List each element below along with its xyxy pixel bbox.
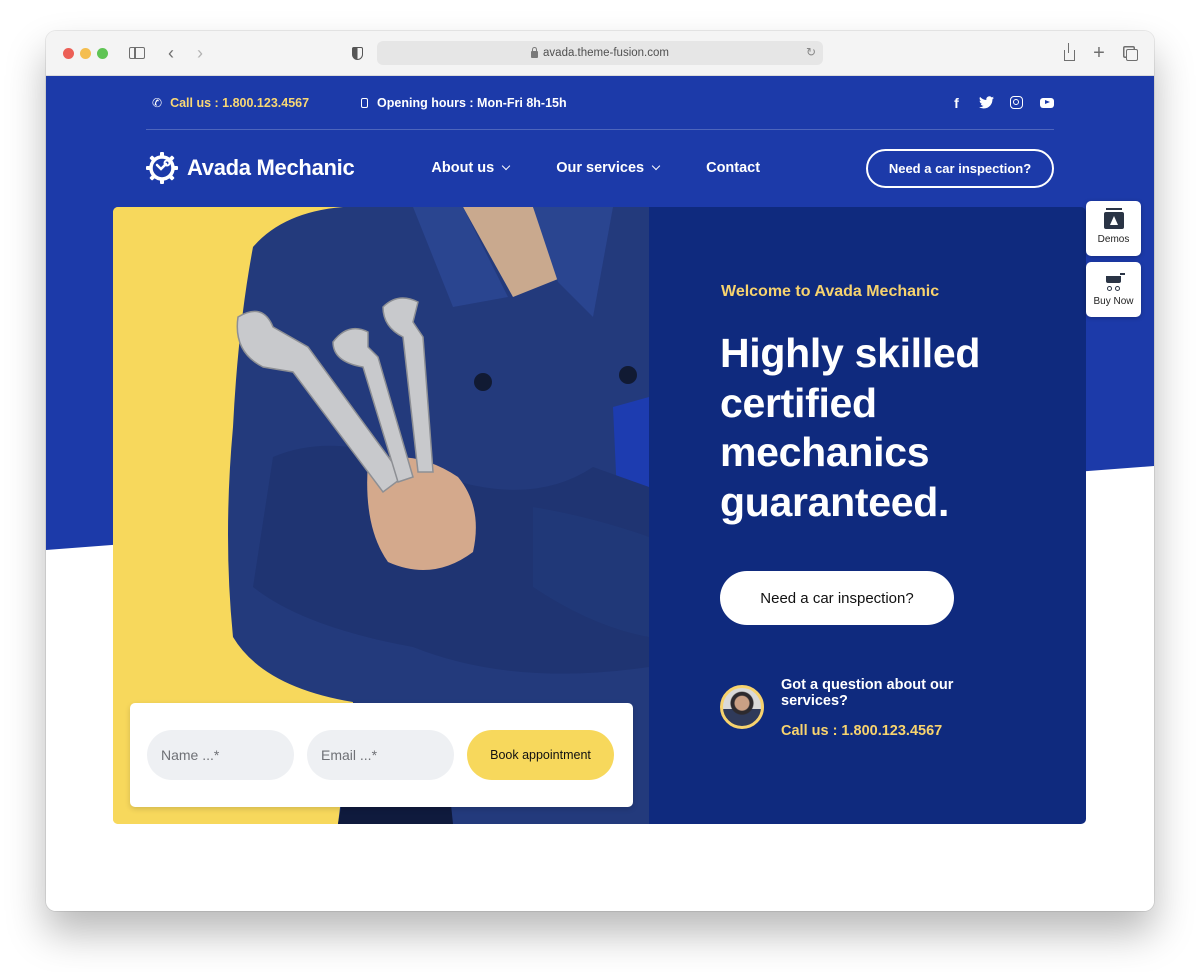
forward-arrow-icon[interactable]: › — [193, 42, 207, 64]
nav-item-our-services[interactable]: Our services — [556, 160, 661, 176]
instagram-icon[interactable] — [1009, 95, 1024, 110]
address-bar[interactable]: avada.theme-fusion.com ↻ — [377, 41, 823, 65]
nav-item-contact[interactable]: Contact — [706, 160, 760, 176]
youtube-icon[interactable] — [1039, 95, 1054, 110]
privacy-shield-icon[interactable] — [350, 42, 364, 64]
facebook-icon[interactable]: f — [949, 95, 964, 111]
nav-menu: About us Our services Contact — [431, 160, 807, 176]
phone-icon: ✆ — [152, 95, 163, 110]
cart-icon — [1103, 272, 1125, 291]
minimize-window-button[interactable] — [80, 48, 91, 59]
book-appointment-button[interactable]: Book appointment — [467, 730, 614, 780]
logo-text: Avada Mechanic — [187, 155, 355, 180]
email-input[interactable] — [307, 730, 454, 780]
sidebar-toggle-icon[interactable] — [128, 42, 146, 64]
topbar-phone-text: Call us : 1.800.123.4567 — [170, 95, 310, 110]
nav-inspection-button[interactable]: Need a car inspection? — [866, 148, 1054, 188]
gear-wrench-icon — [146, 152, 178, 184]
contact-phone-link[interactable]: Call us : 1.800.123.4567 — [781, 723, 942, 739]
close-window-button[interactable] — [63, 48, 74, 59]
hero-eyebrow: Welcome to Avada Mechanic — [721, 283, 940, 300]
topbar-phone[interactable]: ✆ Call us : 1.800.123.4567 — [152, 96, 309, 110]
nav-item-label: Contact — [706, 160, 761, 176]
hero-inspection-button[interactable]: Need a car inspection? — [720, 571, 954, 625]
twitter-icon[interactable] — [979, 95, 994, 110]
nav-item-about-us[interactable]: About us — [431, 160, 511, 176]
name-input[interactable] — [147, 730, 294, 780]
topbar-hours-text: Opening hours : Mon-Fri 8h-15h — [377, 95, 567, 110]
chevron-down-icon — [501, 161, 511, 171]
site-logo[interactable]: Avada Mechanic — [146, 152, 355, 184]
new-tab-icon[interactable]: + — [1091, 42, 1107, 64]
hero-headline: Highly skilled certified mechanics guara… — [720, 330, 981, 525]
social-links: f — [949, 95, 1054, 111]
lock-icon — [531, 46, 539, 58]
avatar — [720, 685, 764, 729]
main-navigation: Avada Mechanic About us Our services Con… — [146, 148, 1054, 188]
buy-now-widget[interactable]: Buy Now — [1086, 262, 1141, 317]
demos-icon — [1103, 208, 1124, 229]
hero-content-panel: Welcome to Avada Mechanic Highly skilled… — [649, 207, 1086, 824]
chevron-down-icon — [651, 161, 661, 171]
reload-icon[interactable]: ↻ — [806, 45, 816, 59]
demos-widget[interactable]: Demos — [1086, 201, 1141, 256]
browser-toolbar: ‹ › avada.theme-fusion.com ↻ + — [46, 31, 1154, 76]
contact-question: Got a question about our services? — [781, 677, 954, 709]
nav-item-label: About us — [431, 160, 495, 176]
buy-now-label: Buy Now — [1093, 295, 1134, 307]
tab-overview-icon[interactable] — [1121, 42, 1139, 64]
browser-window: ‹ › avada.theme-fusion.com ↻ + ✆ Call us… — [46, 31, 1154, 911]
back-arrow-icon[interactable]: ‹ — [164, 42, 178, 64]
appointment-form: Book appointment — [130, 703, 633, 807]
mechanic-photo: Book appointment — [113, 207, 649, 824]
maximize-window-button[interactable] — [97, 48, 108, 59]
demos-label: Demos — [1097, 234, 1130, 245]
share-icon[interactable] — [1061, 42, 1077, 64]
hero-section: Book appointment Welcome to Avada Mechan… — [113, 207, 1086, 824]
webpage: ✆ Call us : 1.800.123.4567 Opening hours… — [46, 76, 1154, 911]
top-info-bar: ✆ Call us : 1.800.123.4567 Opening hours… — [146, 76, 1054, 130]
nav-item-label: Our services — [556, 160, 645, 176]
url-text: avada.theme-fusion.com — [543, 47, 669, 59]
watch-icon — [361, 97, 369, 108]
topbar-hours: Opening hours : Mon-Fri 8h-15h — [361, 96, 567, 110]
